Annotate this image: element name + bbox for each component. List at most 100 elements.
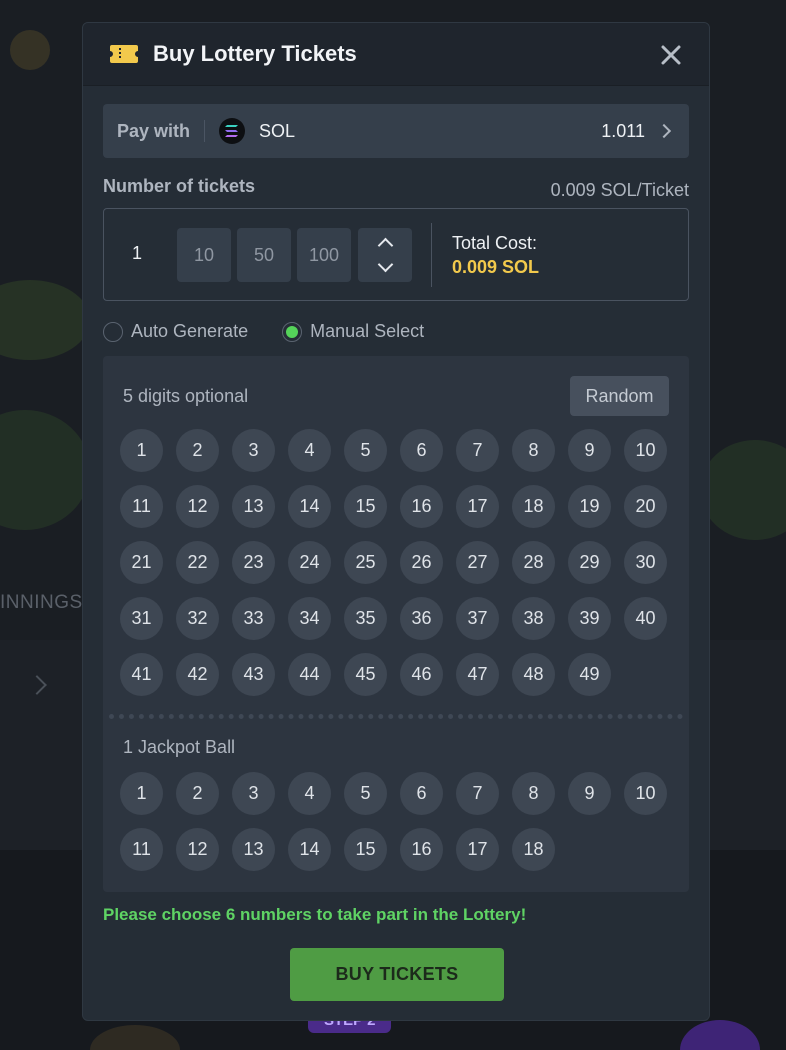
number-ball[interactable]: 18	[512, 485, 555, 528]
jackpot-ball[interactable]: 14	[288, 828, 331, 871]
quantity-stepper[interactable]	[358, 228, 412, 282]
number-ball[interactable]: 16	[400, 485, 443, 528]
number-ball[interactable]: 2	[176, 429, 219, 472]
auto-generate-radio[interactable]	[103, 321, 123, 342]
number-ball[interactable]: 46	[400, 653, 443, 696]
jackpot-ball[interactable]: 1	[120, 772, 163, 815]
preset-100-button[interactable]: 100	[297, 228, 351, 282]
jackpot-ball[interactable]: 5	[344, 772, 387, 815]
number-ball[interactable]: 35	[344, 597, 387, 640]
number-ball[interactable]: 40	[624, 597, 667, 640]
jackpot-ball[interactable]: 3	[232, 772, 275, 815]
number-ball[interactable]: 10	[624, 429, 667, 472]
pay-balance: 1.011	[601, 120, 645, 141]
number-ball[interactable]: 34	[288, 597, 331, 640]
jackpot-ball[interactable]: 13	[232, 828, 275, 871]
pay-with-selector[interactable]: Pay with SOL 1.011	[103, 104, 689, 158]
number-ball[interactable]: 37	[456, 597, 499, 640]
buy-tickets-button[interactable]: BUY TICKETS	[290, 948, 504, 1001]
total-cost-value: 0.009 SOL	[452, 257, 540, 277]
jackpot-ball[interactable]: 7	[456, 772, 499, 815]
jackpot-ball[interactable]: 8	[512, 772, 555, 815]
number-ball[interactable]: 43	[232, 653, 275, 696]
chevron-down-icon[interactable]	[377, 256, 393, 273]
number-ball[interactable]: 6	[400, 429, 443, 472]
jackpot-ball[interactable]: 4	[288, 772, 331, 815]
jackpot-ball[interactable]: 17	[456, 828, 499, 871]
pay-with-label: Pay with	[117, 120, 206, 142]
preset-50-button[interactable]: 50	[237, 228, 291, 282]
main-numbers-title: 5 digits optional	[123, 386, 249, 406]
chevron-right-icon	[656, 123, 672, 139]
number-picker: 5 digits optional Random 1 2 3 4 5 6 7 8 9 10 11 12…	[103, 356, 689, 892]
price-per-ticket: 0.009 SOL/Ticket	[550, 180, 689, 200]
number-ball[interactable]: 9	[568, 429, 611, 472]
number-ball[interactable]: 33	[232, 597, 275, 640]
sol-logo-icon	[219, 118, 246, 144]
jackpot-ball[interactable]: 18	[512, 828, 555, 871]
number-ball[interactable]: 21	[120, 541, 163, 584]
number-ball[interactable]: 44	[288, 653, 331, 696]
auto-generate-label: Auto Generate	[131, 321, 249, 341]
ticket-quantity-input[interactable]: 1	[132, 243, 142, 264]
pay-currency: SOL	[259, 120, 296, 141]
chevron-up-icon[interactable]	[377, 237, 393, 254]
number-ball[interactable]: 1	[120, 429, 163, 472]
number-ball[interactable]: 20	[624, 485, 667, 528]
number-ball[interactable]: 30	[624, 541, 667, 584]
number-ball[interactable]: 11	[120, 485, 163, 528]
number-ball[interactable]: 22	[176, 541, 219, 584]
number-ball[interactable]: 38	[512, 597, 555, 640]
number-ball[interactable]: 39	[568, 597, 611, 640]
number-ball[interactable]: 3	[232, 429, 275, 472]
jackpot-ball[interactable]: 6	[400, 772, 443, 815]
number-ball[interactable]: 49	[568, 653, 611, 696]
number-ball[interactable]: 42	[176, 653, 219, 696]
jackpot-ball[interactable]: 16	[400, 828, 443, 871]
close-icon[interactable]	[659, 43, 683, 67]
number-ball[interactable]: 12	[176, 485, 219, 528]
number-ball[interactable]: 24	[288, 541, 331, 584]
number-ball[interactable]: 29	[568, 541, 611, 584]
number-ball[interactable]: 25	[344, 541, 387, 584]
preset-10-button[interactable]: 10	[177, 228, 231, 282]
backdrop-winnings-text: INNINGS	[0, 592, 83, 613]
ticket-icon	[109, 44, 139, 64]
selection-warning: Please choose 6 numbers to take part in …	[103, 905, 527, 924]
jackpot-ball[interactable]: 11	[120, 828, 163, 871]
backdrop-blob	[90, 1025, 180, 1050]
selection-mode: Auto Generate Manual Select	[103, 321, 458, 342]
number-ball[interactable]: 36	[400, 597, 443, 640]
jackpot-number-grid: 1 2 3 4 5 6 7 8 9 10 11 12 13 14 15 16 17 18	[120, 772, 667, 871]
number-ball[interactable]: 31	[120, 597, 163, 640]
number-ball[interactable]: 13	[232, 485, 275, 528]
number-ball[interactable]: 28	[512, 541, 555, 584]
number-ball[interactable]: 26	[400, 541, 443, 584]
jackpot-ball[interactable]: 2	[176, 772, 219, 815]
number-ball[interactable]: 32	[176, 597, 219, 640]
backdrop-blob	[10, 30, 50, 70]
number-ball[interactable]: 23	[232, 541, 275, 584]
divider	[431, 223, 432, 287]
jackpot-ball[interactable]: 15	[344, 828, 387, 871]
number-ball[interactable]: 17	[456, 485, 499, 528]
number-ball[interactable]: 45	[344, 653, 387, 696]
manual-select-radio[interactable]	[282, 321, 303, 342]
random-button[interactable]: Random	[570, 376, 669, 416]
number-ball[interactable]: 5	[344, 429, 387, 472]
jackpot-ball[interactable]: 10	[624, 772, 667, 815]
total-cost-label: Total Cost:	[452, 233, 538, 253]
number-ball[interactable]: 41	[120, 653, 163, 696]
number-ball[interactable]: 7	[456, 429, 499, 472]
number-ball[interactable]: 47	[456, 653, 499, 696]
number-ball[interactable]: 27	[456, 541, 499, 584]
number-ball[interactable]: 14	[288, 485, 331, 528]
jackpot-ball[interactable]: 12	[176, 828, 219, 871]
jackpot-ball[interactable]: 9	[568, 772, 611, 815]
number-ball[interactable]: 4	[288, 429, 331, 472]
modal-title: Buy Lottery Tickets	[153, 41, 357, 66]
number-ball[interactable]: 48	[512, 653, 555, 696]
number-ball[interactable]: 19	[568, 485, 611, 528]
number-ball[interactable]: 15	[344, 485, 387, 528]
number-ball[interactable]: 8	[512, 429, 555, 472]
